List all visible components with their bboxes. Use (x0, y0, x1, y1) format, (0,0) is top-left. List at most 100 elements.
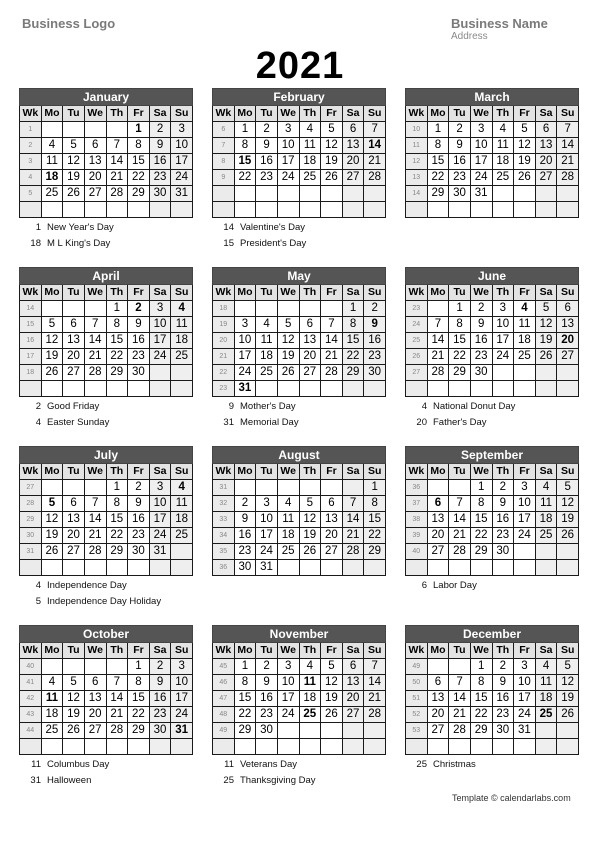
day-cell[interactable]: 9 (363, 316, 386, 333)
day-cell[interactable]: 22 (127, 169, 150, 186)
day-cell[interactable]: 8 (469, 495, 493, 512)
day-cell[interactable]: 26 (320, 706, 343, 723)
day-cell[interactable]: 30 (148, 722, 172, 739)
day-cell[interactable]: 12 (276, 332, 300, 349)
day-cell[interactable]: 27 (83, 185, 107, 202)
day-cell[interactable]: 29 (127, 722, 150, 739)
day-cell[interactable]: 11 (170, 316, 193, 333)
day-cell[interactable]: 20 (556, 332, 579, 349)
day-cell[interactable]: 1 (363, 479, 386, 496)
day-cell[interactable]: 5 (320, 121, 343, 138)
day-cell[interactable]: 24 (276, 706, 300, 723)
day-cell[interactable]: 12 (40, 511, 64, 528)
day-cell[interactable]: 18 (534, 690, 558, 707)
day-cell[interactable]: 30 (127, 364, 150, 381)
day-cell[interactable]: 8 (363, 495, 386, 512)
day-cell[interactable]: 21 (105, 169, 129, 186)
day-cell[interactable]: 21 (363, 690, 386, 707)
day-cell[interactable]: 14 (83, 511, 107, 528)
day-cell[interactable]: 27 (83, 722, 107, 739)
day-cell[interactable]: 7 (320, 316, 343, 333)
day-cell[interactable]: 12 (556, 495, 579, 512)
day-cell[interactable]: 3 (513, 479, 536, 496)
day-cell[interactable]: 6 (341, 658, 365, 675)
day-cell[interactable]: 12 (298, 511, 322, 528)
day-cell[interactable]: 7 (556, 121, 579, 138)
day-cell[interactable]: 18 (276, 527, 300, 544)
day-cell[interactable]: 22 (233, 706, 257, 723)
day-cell[interactable]: 28 (320, 364, 343, 381)
day-cell[interactable]: 26 (40, 364, 64, 381)
day-cell[interactable]: 16 (255, 153, 278, 170)
day-cell[interactable]: 23 (127, 527, 150, 544)
day-cell[interactable]: 9 (469, 316, 493, 333)
day-cell[interactable]: 16 (148, 690, 172, 707)
day-cell[interactable]: 14 (105, 690, 129, 707)
day-cell[interactable]: 5 (556, 658, 579, 675)
day-cell[interactable]: 18 (298, 690, 322, 707)
day-cell[interactable]: 28 (556, 169, 579, 186)
day-cell[interactable]: 11 (534, 495, 558, 512)
day-cell[interactable]: 9 (148, 137, 172, 154)
day-cell[interactable]: 26 (276, 364, 300, 381)
day-cell[interactable]: 15 (127, 690, 150, 707)
day-cell[interactable]: 21 (105, 706, 129, 723)
day-cell[interactable]: 15 (105, 332, 129, 349)
day-cell[interactable]: 8 (105, 495, 129, 512)
day-cell[interactable]: 26 (534, 348, 558, 365)
day-cell[interactable]: 5 (62, 674, 85, 691)
day-cell[interactable]: 22 (127, 706, 150, 723)
day-cell[interactable]: 13 (341, 137, 365, 154)
day-cell[interactable]: 8 (426, 137, 450, 154)
day-cell[interactable]: 31 (170, 722, 193, 739)
day-cell[interactable]: 8 (127, 674, 150, 691)
day-cell[interactable]: 24 (469, 169, 493, 186)
day-cell[interactable]: 30 (491, 722, 515, 739)
day-cell[interactable]: 20 (62, 348, 85, 365)
day-cell[interactable]: 13 (426, 690, 450, 707)
day-cell[interactable]: 24 (255, 543, 278, 560)
day-cell[interactable]: 31 (170, 185, 193, 202)
day-cell[interactable]: 28 (363, 706, 386, 723)
day-cell[interactable]: 4 (40, 137, 64, 154)
day-cell[interactable]: 30 (148, 185, 172, 202)
day-cell[interactable]: 20 (62, 527, 85, 544)
day-cell[interactable]: 30 (127, 543, 150, 560)
day-cell[interactable]: 17 (276, 153, 300, 170)
day-cell[interactable]: 5 (298, 495, 322, 512)
day-cell[interactable]: 6 (83, 674, 107, 691)
day-cell[interactable]: 10 (513, 674, 536, 691)
day-cell[interactable]: 10 (148, 495, 172, 512)
day-cell[interactable]: 27 (320, 543, 343, 560)
day-cell[interactable]: 8 (233, 137, 257, 154)
day-cell[interactable]: 3 (469, 121, 493, 138)
day-cell[interactable]: 15 (127, 153, 150, 170)
day-cell[interactable]: 11 (298, 137, 322, 154)
day-cell[interactable]: 9 (491, 674, 515, 691)
day-cell[interactable]: 16 (233, 527, 257, 544)
day-cell[interactable]: 3 (148, 479, 172, 496)
day-cell[interactable]: 9 (127, 495, 150, 512)
day-cell[interactable]: 14 (363, 674, 386, 691)
day-cell[interactable]: 15 (341, 332, 365, 349)
day-cell[interactable]: 18 (491, 153, 515, 170)
day-cell[interactable]: 13 (534, 137, 558, 154)
day-cell[interactable]: 5 (40, 495, 64, 512)
day-cell[interactable]: 28 (341, 543, 365, 560)
day-cell[interactable]: 20 (83, 706, 107, 723)
day-cell[interactable]: 24 (276, 169, 300, 186)
day-cell[interactable]: 13 (341, 674, 365, 691)
day-cell[interactable]: 4 (491, 121, 515, 138)
day-cell[interactable]: 26 (320, 169, 343, 186)
day-cell[interactable]: 29 (233, 722, 257, 739)
day-cell[interactable]: 8 (469, 674, 493, 691)
day-cell[interactable]: 24 (170, 169, 193, 186)
day-cell[interactable]: 2 (148, 658, 172, 675)
day-cell[interactable]: 17 (276, 690, 300, 707)
day-cell[interactable]: 15 (105, 511, 129, 528)
day-cell[interactable]: 7 (83, 495, 107, 512)
day-cell[interactable]: 13 (83, 153, 107, 170)
day-cell[interactable]: 18 (170, 332, 193, 349)
day-cell[interactable]: 19 (40, 348, 64, 365)
day-cell[interactable]: 6 (83, 137, 107, 154)
